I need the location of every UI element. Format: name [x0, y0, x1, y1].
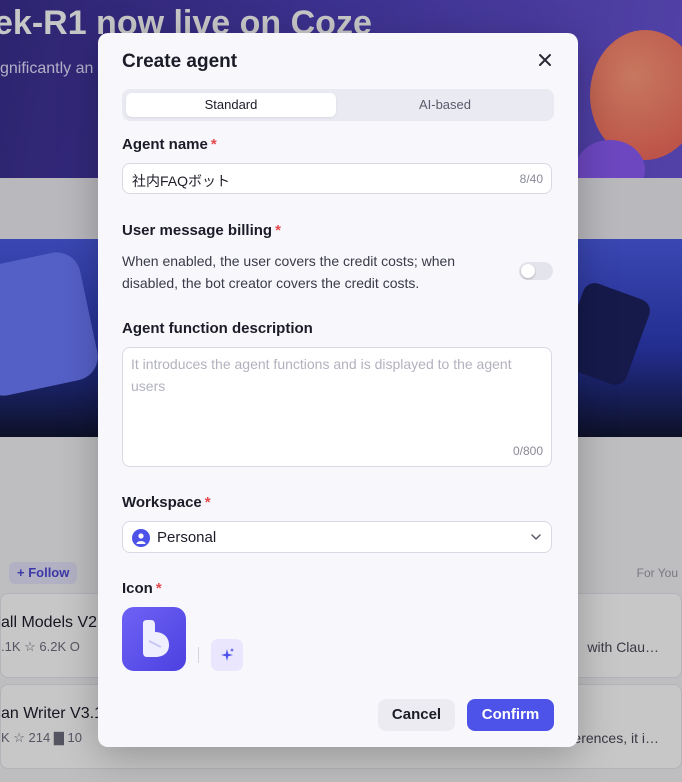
workspace-label-text: Workspace — [122, 494, 202, 511]
agent-name-label-text: Agent name — [122, 136, 208, 153]
agent-icon-upload[interactable] — [122, 607, 186, 671]
create-agent-dialog: Create agent Standard AI-based Agent nam… — [98, 33, 578, 747]
description-counter: 0/800 — [512, 444, 543, 458]
billing-toggle[interactable] — [519, 262, 553, 280]
required-mark: * — [210, 136, 217, 153]
description-label: Agent function description — [122, 320, 313, 337]
description-label-text: Agent function description — [122, 320, 313, 337]
ai-generate-icon-button[interactable] — [211, 639, 243, 671]
agent-name-label: Agent name * — [122, 136, 217, 153]
confirm-button[interactable]: Confirm — [467, 699, 554, 731]
chevron-down-icon — [531, 534, 541, 540]
workspace-select[interactable]: Personal — [122, 521, 552, 553]
required-mark: * — [204, 494, 211, 511]
description-textarea[interactable]: It introduces the agent functions and is… — [122, 347, 552, 467]
tab-ai-based[interactable]: AI-based — [340, 93, 550, 117]
close-button[interactable] — [534, 49, 556, 71]
workspace-label: Workspace * — [122, 494, 211, 511]
sparkle-icon — [221, 648, 234, 661]
tab-standard[interactable]: Standard — [126, 93, 336, 117]
agent-logo-icon — [143, 620, 169, 657]
description-placeholder: It introduces the agent functions and is… — [131, 356, 512, 394]
user-avatar-icon — [132, 529, 150, 547]
agent-name-counter: 8/40 — [519, 172, 543, 186]
billing-label-text: User message billing — [122, 222, 273, 239]
icon-label-text: Icon — [122, 580, 153, 597]
agent-name-input[interactable]: 社内FAQボット 8/40 — [122, 163, 552, 194]
dialog-title: Create agent — [122, 51, 238, 72]
agent-name-value: 社内FAQボット — [132, 173, 231, 189]
cancel-button[interactable]: Cancel — [378, 699, 455, 731]
required-mark: * — [155, 580, 162, 597]
agent-type-tabs: Standard AI-based — [122, 89, 554, 121]
icon-label: Icon * — [122, 580, 162, 597]
close-icon — [539, 54, 551, 66]
workspace-value: Personal — [157, 529, 217, 546]
required-mark: * — [275, 222, 281, 239]
toggle-knob — [521, 264, 535, 278]
billing-label: User message billing * — [122, 222, 281, 239]
billing-description: When enabled, the user covers the credit… — [122, 253, 456, 291]
divider — [198, 647, 199, 663]
